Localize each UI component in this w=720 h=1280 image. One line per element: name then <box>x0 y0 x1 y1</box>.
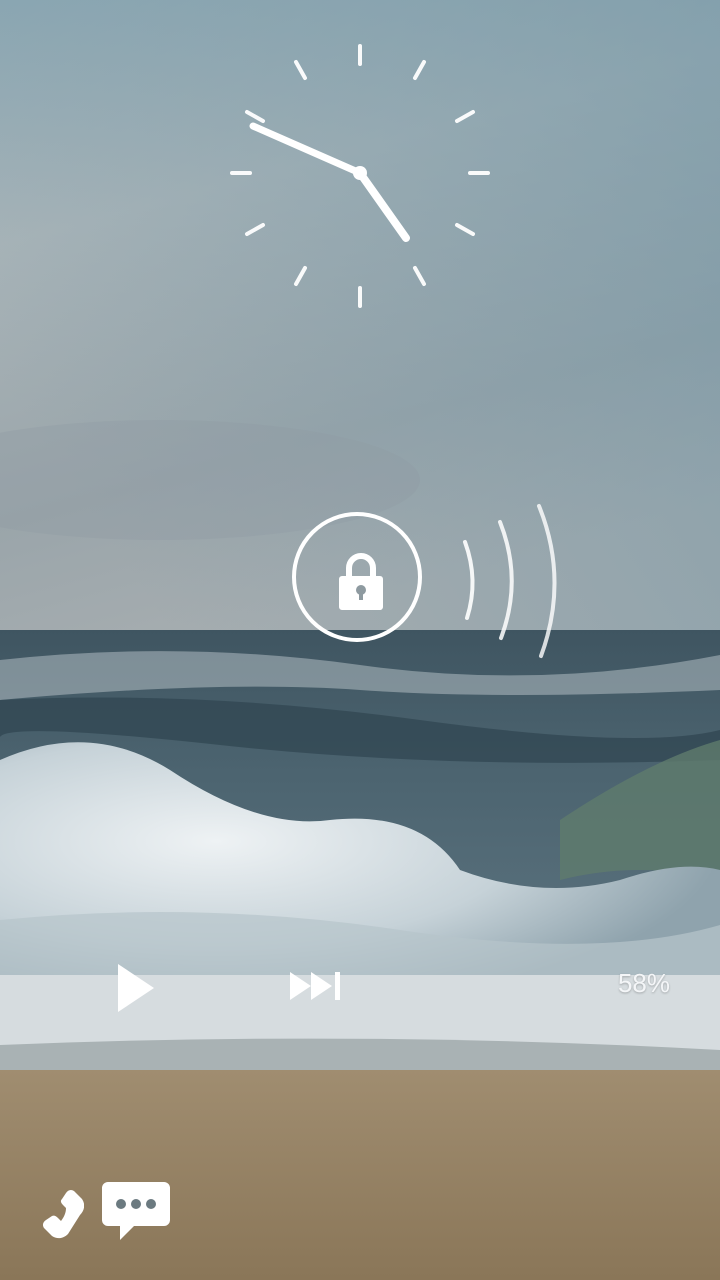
skip-next-icon <box>290 972 340 1000</box>
message-icon <box>102 1182 170 1240</box>
messaging-shortcut[interactable] <box>100 1176 172 1246</box>
battery-percent: 58% <box>617 968 670 998</box>
lock-icon <box>339 553 383 610</box>
skip-next-button[interactable] <box>286 966 346 1006</box>
play-button[interactable] <box>112 960 160 1016</box>
phone-icon <box>42 1189 85 1239</box>
phone-shortcut[interactable] <box>8 1172 85 1248</box>
swipe-hint-arcs <box>463 504 557 658</box>
clock-hands <box>249 122 410 242</box>
hour-hand <box>356 169 410 242</box>
analog-clock <box>230 44 490 308</box>
play-icon <box>118 964 154 1012</box>
unlock-handle[interactable] <box>292 512 422 642</box>
minute-hand <box>249 122 364 177</box>
